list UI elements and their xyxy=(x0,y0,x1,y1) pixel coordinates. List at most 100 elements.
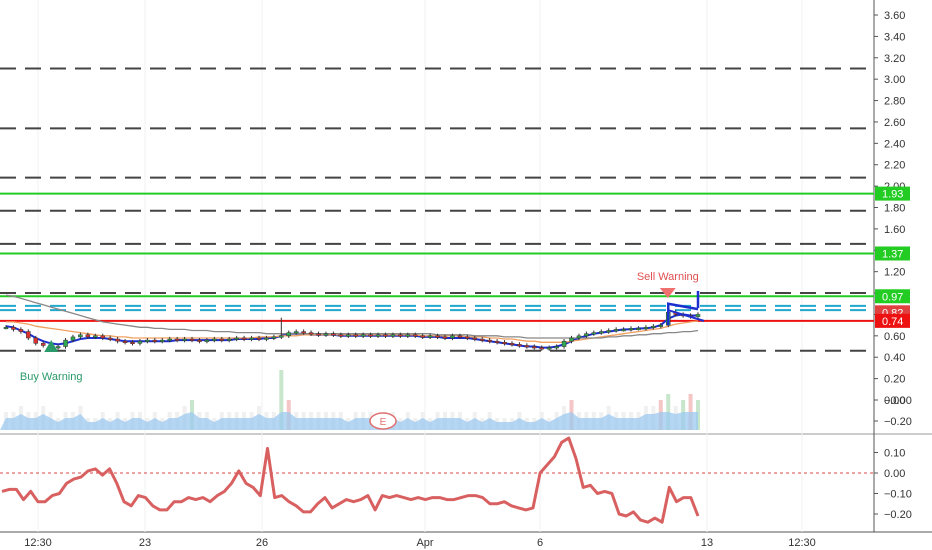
price-label-text: 0.74 xyxy=(882,316,903,328)
x-axis-tick-label: 6 xyxy=(537,537,543,549)
candle-body xyxy=(613,329,619,332)
candle-body xyxy=(40,343,46,346)
earnings-marker-label: E xyxy=(380,417,387,428)
price-axis-tick-label: 2.60 xyxy=(884,117,905,129)
candle-body xyxy=(293,331,299,334)
candle-body xyxy=(502,342,507,345)
candle-body xyxy=(658,324,664,327)
candle-body xyxy=(435,335,440,338)
oscillator-axis-tick-label: 0.00 xyxy=(884,468,905,480)
candle-body xyxy=(346,334,351,337)
candle-body xyxy=(182,338,187,341)
candle-body xyxy=(264,337,269,340)
chart-svg[interactable]: 3.603.403.203.002.802.602.402.202.001.80… xyxy=(0,0,932,550)
candle-body xyxy=(137,340,143,344)
oscillator-axis-tick-label: −0.20 xyxy=(884,509,912,521)
candle-body xyxy=(561,340,567,347)
price-axis-tick-label: −0.00 xyxy=(884,395,912,407)
candle-body xyxy=(212,338,217,341)
price-label-text: 1.37 xyxy=(882,248,903,260)
candle-body xyxy=(63,339,68,347)
candle-body xyxy=(152,339,158,342)
candle-body xyxy=(546,347,552,350)
buy-warning-label: Buy Warning xyxy=(20,371,83,383)
sell-warning-label: Sell Warning xyxy=(637,271,699,283)
candle-body xyxy=(145,339,150,342)
candle-body xyxy=(301,331,306,334)
candle-body xyxy=(360,334,366,337)
candle-body xyxy=(517,344,522,347)
candle-body xyxy=(412,334,418,337)
price-axis-tick-label: 3.60 xyxy=(884,10,905,22)
price-axis-tick-label: −0.20 xyxy=(884,416,912,428)
price-axis-tick-label: 0.60 xyxy=(884,331,905,343)
price-axis-tick-label: 1.20 xyxy=(884,267,905,279)
price-label-text: 0.97 xyxy=(882,291,903,303)
x-axis-tick-label: 23 xyxy=(139,537,151,549)
candle-body xyxy=(368,334,373,337)
candle-body xyxy=(271,336,277,339)
background xyxy=(0,0,932,550)
candle-body xyxy=(241,337,247,340)
candle-body xyxy=(539,347,544,350)
candle-body xyxy=(636,328,641,331)
price-axis-tick-label: 1.60 xyxy=(884,224,905,236)
candle-body xyxy=(115,338,120,342)
candle-body xyxy=(279,335,284,338)
price-label-text: 1.93 xyxy=(882,189,903,201)
candle-body xyxy=(479,338,485,341)
candle-body xyxy=(55,346,61,349)
candle-body xyxy=(219,338,225,341)
price-axis-tick-label: 0.20 xyxy=(884,374,905,386)
candle-body xyxy=(554,346,559,349)
candle-body xyxy=(494,340,500,343)
candle-body xyxy=(405,334,411,337)
price-axis-tick-label: 1.80 xyxy=(884,203,905,215)
price-axis-tick-label: 3.20 xyxy=(884,53,905,65)
candle-body xyxy=(331,333,336,336)
candle-body xyxy=(353,334,358,337)
x-axis-tick-label: 12:30 xyxy=(24,537,52,549)
candle-body xyxy=(569,337,574,342)
candle-body xyxy=(472,337,478,340)
candle-body xyxy=(107,337,113,340)
candle-body xyxy=(606,330,611,333)
candle-body xyxy=(70,336,76,341)
candle-body xyxy=(323,333,329,336)
candle-body xyxy=(18,329,24,332)
price-axis-tick-label: 2.40 xyxy=(884,138,905,150)
candle-body xyxy=(160,339,165,342)
candle-body xyxy=(420,335,425,338)
candle-body xyxy=(33,337,39,344)
candle-body xyxy=(93,335,98,338)
candle-body xyxy=(643,327,649,330)
candle-body xyxy=(442,336,448,339)
candle-body xyxy=(487,339,492,342)
price-axis-tick-label: 0.40 xyxy=(884,352,905,364)
candle-body xyxy=(383,334,388,337)
x-axis-tick-label: 12:30 xyxy=(788,537,816,549)
candle-body xyxy=(390,334,396,337)
candle-body xyxy=(249,337,254,340)
candle-body xyxy=(204,339,210,342)
chart-stage: 3.603.403.203.002.802.602.402.202.001.80… xyxy=(0,0,932,550)
candle-body xyxy=(197,339,202,342)
candle-body xyxy=(234,337,239,340)
x-axis-tick-label: Apr xyxy=(416,537,433,549)
price-axis-tick-label: 2.80 xyxy=(884,96,905,108)
candle-body xyxy=(398,334,403,337)
candle-body xyxy=(85,334,91,338)
candle-body xyxy=(11,327,16,330)
candle-body xyxy=(599,331,604,334)
candle-body xyxy=(457,335,463,338)
candle-body xyxy=(286,332,292,337)
x-axis-tick-label: 13 xyxy=(701,537,713,549)
candle-body xyxy=(3,327,9,330)
candle-body xyxy=(26,331,31,339)
candle-body xyxy=(651,325,656,328)
candle-body xyxy=(375,334,381,337)
oscillator-axis-tick-label: −0.10 xyxy=(884,489,912,501)
candle-body xyxy=(427,335,433,338)
candle-body xyxy=(226,338,232,341)
candle-body xyxy=(189,338,195,341)
